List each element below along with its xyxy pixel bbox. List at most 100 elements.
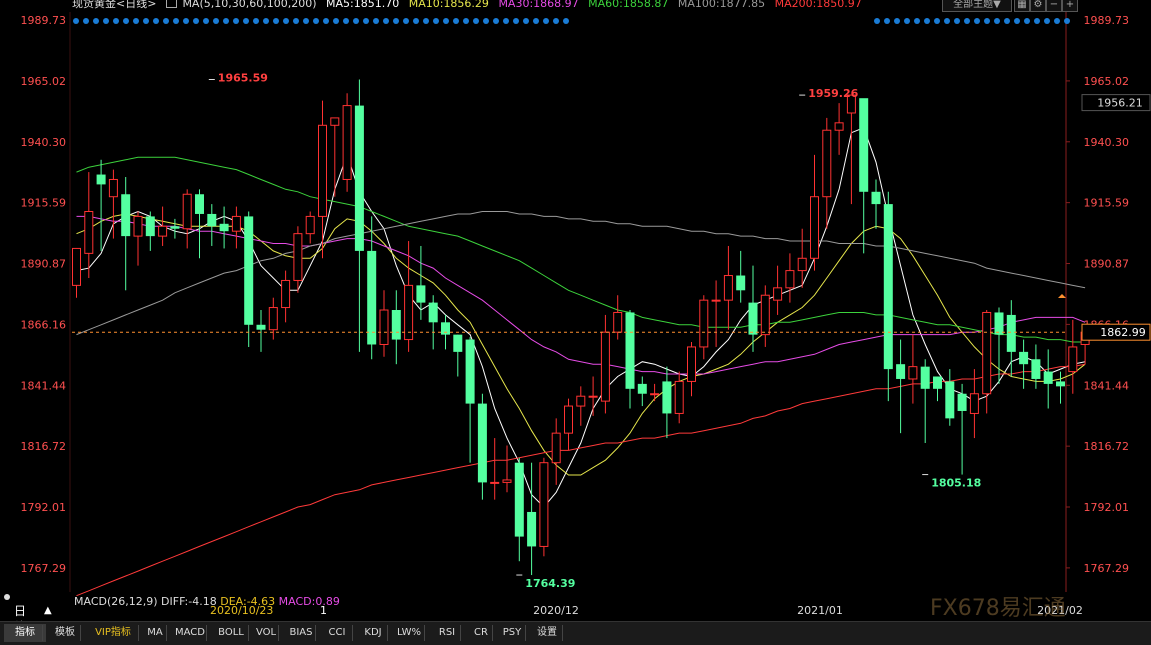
candle-body-down [428,302,438,323]
zoom-in-icon[interactable]: + [1062,0,1078,12]
candle [920,359,930,443]
candle-body-up [133,215,143,237]
indicator-tab[interactable]: CCI [318,624,356,642]
candle-body-up [502,479,512,483]
indicator-tab[interactable]: 指标 [4,624,46,642]
event-marker-dot [1054,18,1060,24]
candle-body-up [158,225,168,237]
candle [650,383,660,402]
ma-params: MA(5,10,30,60,100,200) [182,0,317,10]
candle [982,310,992,414]
ma100-readout: MA100:1877.85 [677,0,766,10]
candle-body-up [182,193,192,230]
event-marker-dot [543,18,549,24]
x-date-label: 2020/12 [533,604,579,617]
candle-body-up [342,105,352,180]
indicator-tab[interactable]: KDJ [355,624,391,642]
indicator-tab[interactable]: RSI [430,624,464,642]
candle [564,398,573,451]
candle [846,94,856,205]
fx678-watermark: FX678易汇通 [930,596,1066,621]
candle [490,438,500,500]
candle-body-up [293,233,303,281]
event-marker-dot [914,18,920,24]
candle [268,297,278,340]
candle-body-down [662,381,672,414]
candle [305,211,315,244]
y-tick-label-left: 1841.44 [21,379,67,392]
indicator-tab[interactable]: BOLL [210,624,252,642]
candle [219,206,229,249]
period-arrow-icon[interactable]: ▲ [44,603,52,619]
candle [318,100,327,259]
candle [933,376,942,402]
candle [1068,319,1078,394]
theme-dropdown[interactable]: 全部主题▼ [942,0,1012,12]
candle-body-down [945,381,955,419]
indicator-tab-bar: 指标 模板 VIP指标 MA MACD BOLL VOL BIAS CCI KDJ LW% RSI CR… [0,621,1151,645]
tab-separator [352,625,353,641]
y-tick-label-right: 1890.87 [1084,258,1130,271]
indicator-tab[interactable]: VIP指标 [84,624,142,642]
indicator-tab[interactable]: 模板 [46,624,84,642]
event-marker-dot [133,18,139,24]
candle [871,179,881,229]
event-marker-dot [93,18,99,24]
candle [662,366,672,439]
indicator-tab[interactable]: MACD [170,624,210,642]
candle-body-up [268,307,278,331]
candle [502,445,512,493]
event-marker-dot [533,18,539,24]
y-tick-label-left: 1866.16 [21,318,67,331]
ma-toggle-icon[interactable] [165,0,177,8]
indicator-tab[interactable]: LW% [390,624,428,642]
event-marker-dot [143,18,149,24]
y-tick-label-left: 1792.01 [21,501,67,514]
event-marker-dot [1024,18,1030,24]
candle [72,247,81,298]
event-marker-dot [303,18,309,24]
candle-body-up [108,178,118,198]
event-marker-dot [163,18,169,24]
ma30-readout: MA30:1868.97 [498,0,579,10]
indicator-tab[interactable]: BIAS [283,624,319,642]
ma200-readout: MA200:1850.97 [774,0,862,10]
candle-body-up [588,395,598,398]
grid-icon[interactable]: ▦ [1014,0,1030,12]
tab-separator [248,625,249,641]
chart-canvas[interactable]: 1989.73 1989.73 1965.02 1965.02 1940.30 1940.… [0,0,1151,644]
candle-body-up [231,215,241,232]
indicator-tab[interactable]: 设置 [528,624,566,642]
event-marker-dot [123,18,129,24]
candle [256,310,266,352]
event-marker-dot [874,18,880,24]
event-marker-dot [183,18,189,24]
candle-body-up [723,275,733,301]
tab-separator [166,625,167,641]
event-marker-dot [433,18,439,24]
candle [367,216,377,360]
y-tick-label-left: 1915.59 [21,197,67,210]
candle [281,270,291,323]
event-marker-dot [1004,18,1010,24]
event-marker-dot [293,18,299,24]
candle [1056,371,1065,404]
event-marker-dot [213,18,219,24]
last-price-label: 1862.99 [1100,326,1146,339]
event-marker-dot [173,18,179,24]
y-tick-label-left: 1940.30 [21,136,67,149]
event-marker-dot [273,18,279,24]
candle-body-up [834,122,844,131]
candle-body-down [477,403,487,483]
symbol-title[interactable]: 现货黄金<日线> [72,0,156,10]
zoom-out-icon[interactable]: − [1046,0,1062,12]
settings-icon[interactable]: ⚙ [1030,0,1046,12]
candle [453,334,463,377]
candle-body-down [933,376,942,389]
candle-body-up [1068,346,1078,373]
candle-body-up [969,393,979,414]
indicator-tab[interactable]: PSY [495,624,529,642]
candle-body-up [613,311,623,333]
candle-body-down [527,511,537,547]
candle-body-down [256,324,266,330]
